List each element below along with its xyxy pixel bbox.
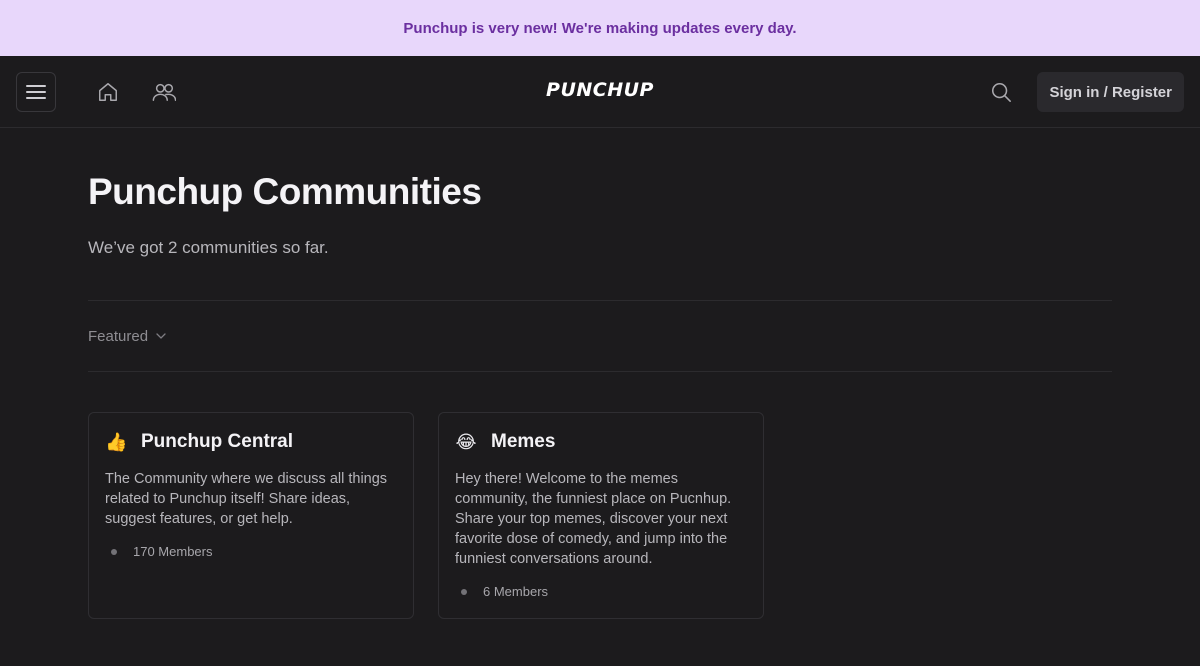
community-meta: 6 Members [455, 584, 747, 599]
thumbs-up-icon: 👍 [105, 431, 128, 452]
community-meta: 170 Members [105, 544, 397, 559]
sort-dropdown[interactable]: Featured [88, 328, 166, 345]
communities-list: 👍 Punchup Central The Community where we… [88, 412, 1112, 619]
page-subtitle: We’ve got 2 communities so far. [88, 238, 329, 257]
laughing-face-icon: 😂 [455, 431, 477, 452]
sign-in-register-button[interactable]: Sign in / Register [1037, 72, 1184, 112]
home-button[interactable] [96, 80, 120, 104]
filter-row: Featured [88, 301, 1112, 371]
sort-dropdown-label: Featured [88, 327, 149, 345]
member-count: 170 Members [133, 544, 213, 559]
community-description: Hey there! Welcome to the memes communit… [455, 471, 732, 567]
community-description: The Community where we discuss all thing… [105, 471, 388, 527]
bullet-icon [111, 548, 117, 555]
card-header: 😂 Memes [455, 431, 747, 453]
community-card-punchup-central[interactable]: 👍 Punchup Central The Community where we… [88, 412, 414, 619]
search-button[interactable] [989, 80, 1013, 104]
top-navbar: PUNCHUP Sign in / Register [0, 56, 1200, 128]
member-count: 6 Members [483, 584, 549, 599]
site-logo[interactable]: PUNCHUP [546, 79, 654, 101]
community-name[interactable]: Punchup Central [141, 431, 293, 453]
search-icon [991, 82, 1011, 102]
community-name[interactable]: Memes [491, 431, 555, 453]
hamburger-menu-icon [26, 85, 46, 99]
bullet-icon [461, 588, 467, 595]
home-icon [99, 83, 117, 101]
page-title: Punchup Communities [88, 171, 482, 212]
announcement-banner: Punchup is very new! We're making update… [0, 0, 1200, 56]
people-icon [152, 83, 176, 102]
card-header: 👍 Punchup Central [105, 431, 397, 453]
divider [88, 371, 1112, 372]
menu-button[interactable] [16, 72, 56, 112]
main-content: Punchup Communities We’ve got 2 communit… [88, 128, 1112, 619]
banner-text: Punchup is very new! We're making update… [403, 19, 797, 37]
chevron-down-icon [156, 333, 166, 339]
community-card-memes[interactable]: 😂 Memes Hey there! Welcome to the memes … [438, 412, 764, 619]
communities-button[interactable] [152, 80, 176, 104]
